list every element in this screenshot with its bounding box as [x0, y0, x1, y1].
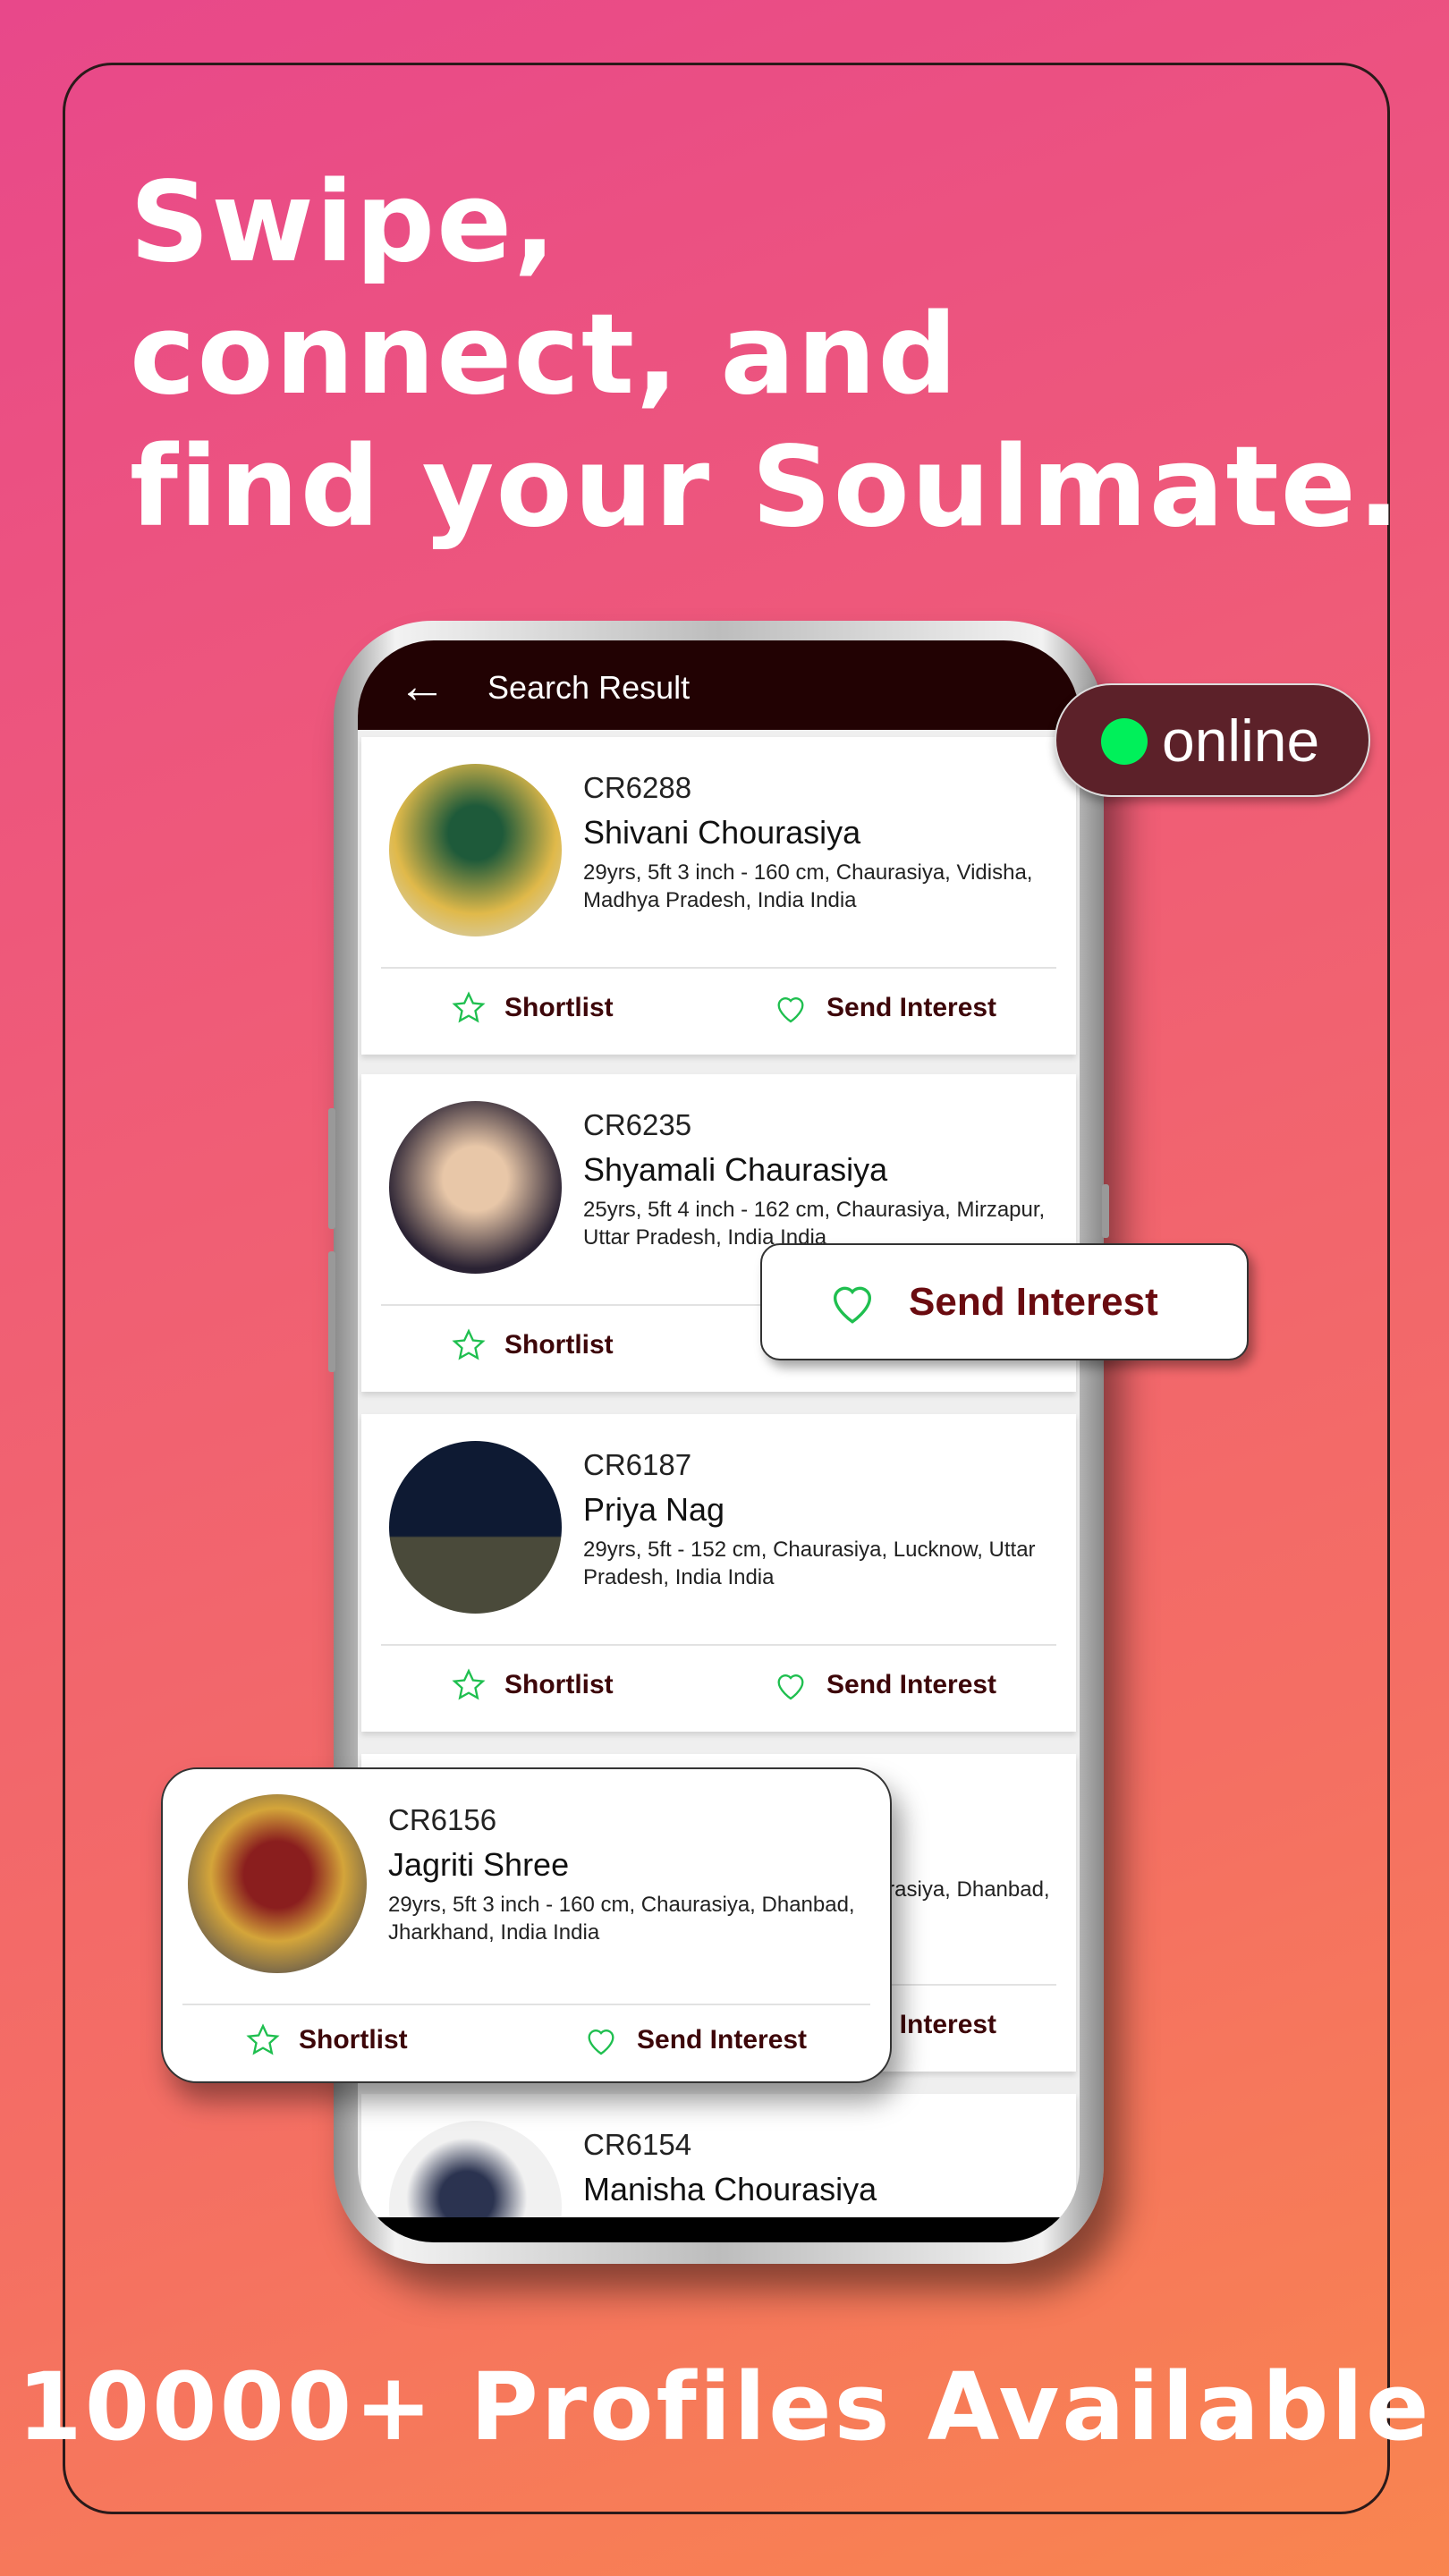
profile-name[interactable]: Jagriti Shree [388, 1846, 569, 1884]
profile-details: 29yrs, 5ft 3 inch - 160 cm, Chaurasiya, … [583, 860, 1033, 912]
heart-icon [777, 997, 804, 1023]
profile-details: 29yrs, 5ft - 152 cm, Chaurasiya, Lucknow… [583, 1538, 1036, 1589]
heart-icon [588, 2029, 614, 2055]
headline-line: connect, and [130, 291, 960, 419]
phone-volume-button [328, 1108, 335, 1229]
shortlist-button[interactable]: Shortlist [451, 1327, 614, 1363]
headline-line: find your Soulmate. [130, 423, 1402, 552]
profile-photo[interactable] [389, 1101, 562, 1274]
shortlist-label: Shortlist [504, 1670, 614, 1699]
footer-tagline: 10000+ Profiles Available [17, 2352, 1432, 2462]
headline: Swipe, connect, and find your Soulmate. [130, 157, 1402, 554]
profile-card[interactable]: CR6187 Priya Nag 29yrs, 5ft - 152 cm, Ch… [361, 1414, 1076, 1732]
profile-card[interactable]: CR6288 Shivani Chourasiya 29yrs, 5ft 3 i… [361, 737, 1076, 1055]
online-badge: online [1055, 683, 1370, 797]
arrow-left-icon[interactable]: ← [398, 658, 446, 714]
online-dot-icon [1101, 718, 1148, 765]
send-interest-label: Send Interest [826, 1670, 997, 1699]
heart-icon [833, 1286, 872, 1324]
profile-name[interactable]: Manisha Chourasiya [583, 2171, 877, 2208]
star-icon [452, 1328, 486, 1360]
shortlist-button[interactable]: Shortlist [451, 990, 614, 1026]
page-title: Search Result [487, 669, 691, 706]
profile-id: CR6154 [583, 2128, 692, 2161]
phone-power-button [1102, 1184, 1109, 1238]
star-icon [246, 2023, 280, 2055]
send-interest-label: Send Interest [637, 2025, 808, 2055]
profile-name[interactable]: Priya Nag [583, 1491, 724, 1529]
profile-details: 29yrs, 5ft 3 inch - 160 cm, Chaurasiya, … [388, 1893, 855, 1945]
profile-id: CR6187 [583, 1448, 692, 1481]
star-icon [452, 991, 486, 1023]
send-interest-popup-label: Send Interest [909, 1279, 1158, 1324]
featured-profile-card[interactable]: CR6156 Jagriti Shree 29yrs, 5ft 3 inch -… [161, 1767, 892, 2083]
home-indicator[interactable] [608, 2204, 886, 2212]
shortlist-label: Shortlist [504, 1330, 614, 1360]
profile-photo[interactable] [188, 1794, 367, 1973]
profile-photo[interactable] [389, 764, 562, 936]
shortlist-label: Shortlist [299, 2025, 408, 2055]
shortlist-button[interactable]: Shortlist [451, 1667, 614, 1703]
headline-line: Swipe, [130, 158, 558, 287]
send-interest-label: Send Interest [826, 993, 997, 1022]
divider [381, 967, 1056, 969]
send-interest-button[interactable]: Send Interest [773, 1667, 996, 1703]
profile-photo[interactable] [389, 1441, 562, 1614]
navigation-bar [358, 2217, 1080, 2242]
shortlist-label: Shortlist [504, 993, 614, 1022]
phone-volume-button [328, 1251, 335, 1372]
profile-name[interactable]: Shyamali Chaurasiya [583, 1151, 887, 1189]
shortlist-button[interactable]: Shortlist [245, 2022, 408, 2058]
profile-id: CR6235 [583, 1108, 692, 1141]
online-label: online [1162, 708, 1320, 774]
profile-id: CR6288 [583, 771, 692, 804]
profile-name[interactable]: Shivani Chourasiya [583, 814, 860, 852]
app-bar: ← Search Result [358, 640, 1080, 730]
star-icon [452, 1668, 486, 1700]
profile-id: CR6156 [388, 1803, 497, 1836]
divider [381, 1644, 1056, 1646]
send-interest-popup-button[interactable]: Send Interest [760, 1243, 1249, 1360]
heart-icon [777, 1674, 804, 1700]
send-interest-button[interactable]: Send Interest [773, 990, 996, 1026]
divider [182, 2004, 870, 2005]
send-interest-button[interactable]: Send Interest [583, 2022, 807, 2058]
